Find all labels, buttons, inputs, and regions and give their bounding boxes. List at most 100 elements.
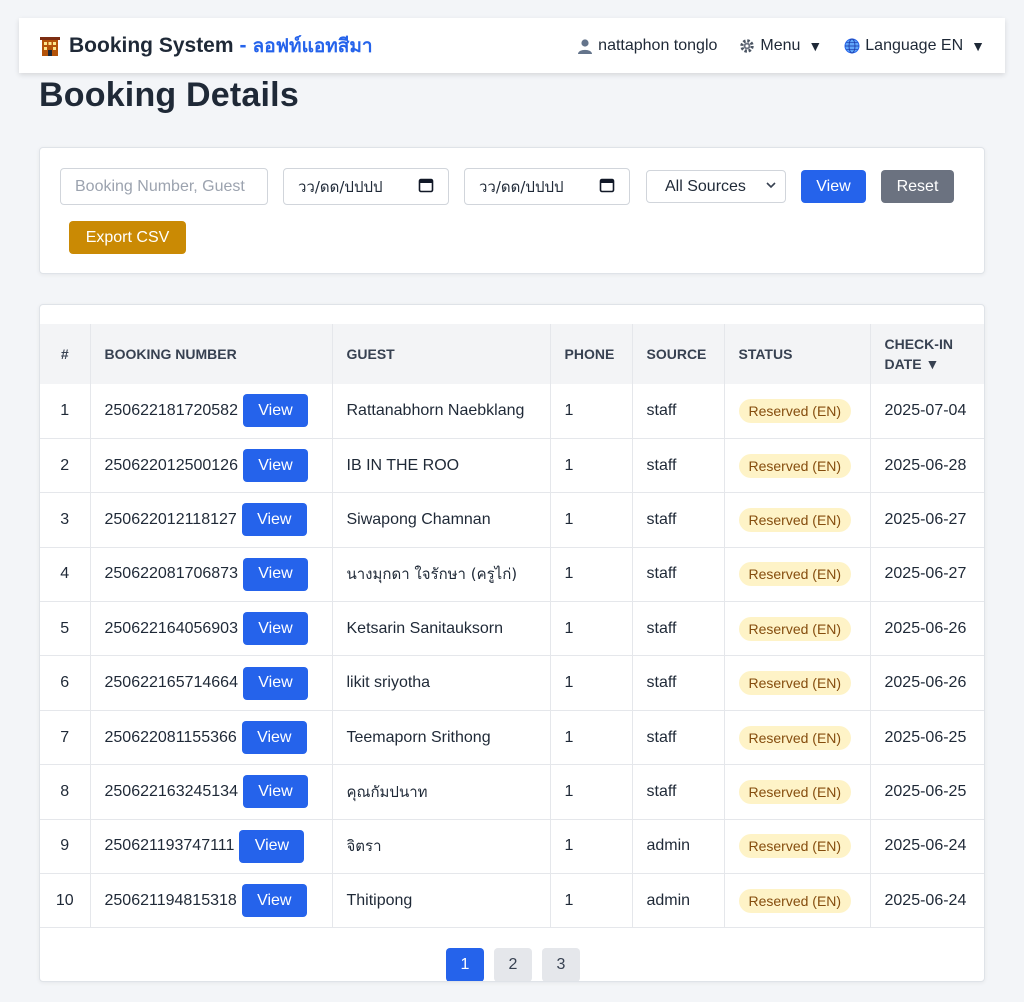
cell-phone: 1 — [550, 601, 633, 656]
cell-booking-number: 250622012118127 View — [90, 492, 333, 548]
cell-num: 10 — [40, 873, 91, 928]
globe-icon — [844, 38, 860, 54]
table-row: 5 250622164056903 View Ketsarin Sanitauksor… — [40, 601, 984, 656]
reset-button[interactable]: Reset — [881, 170, 954, 203]
header-checkin-date[interactable]: CHECK-IN DATE ▼ — [870, 324, 984, 384]
source-select[interactable]: All Sources — [646, 170, 786, 203]
cell-guest: Rattanabhorn Naebklang — [332, 384, 551, 439]
header-status[interactable]: STATUS — [724, 324, 871, 384]
cell-phone: 1 — [550, 492, 633, 548]
brand-subtitle: ลอฟท์แอทสีมา — [252, 34, 373, 57]
header-guest[interactable]: GUEST — [332, 324, 551, 384]
cell-status: Reserved (EN) — [724, 819, 871, 874]
status-badge: Reserved (EN) — [738, 398, 852, 423]
status-badge: Reserved (EN) — [738, 888, 852, 913]
booking-number-text: 250621193747111 — [104, 837, 235, 855]
row-view-button[interactable]: View — [241, 503, 307, 537]
main-menu-dropdown[interactable]: Menu ▼ — [739, 37, 822, 55]
page-button-2[interactable]: 2 — [494, 948, 532, 981]
table-row: 4 250622081706873 View นางมุกดา ใจรักษา (คร… — [40, 547, 984, 602]
row-view-button[interactable]: View — [242, 557, 308, 591]
cell-status: Reserved (EN) — [724, 547, 871, 602]
cell-phone: 1 — [550, 873, 633, 928]
header-phone[interactable]: PHONE — [550, 324, 633, 384]
table-row: 3 250622012118127 View Siwapong Chamnan 1 sta… — [40, 492, 984, 548]
bookings-table: # BOOKING NUMBER GUEST PHONE SOURCE STAT… — [40, 324, 984, 928]
cell-source: staff — [632, 601, 725, 656]
cell-checkin-date: 2025-06-25 — [884, 782, 967, 800]
cell-source: staff — [632, 655, 725, 711]
cell-guest: นางมุกดา ใจรักษา (ครูไก่) — [332, 547, 551, 602]
row-view-button[interactable]: View — [242, 775, 308, 809]
status-badge: Reserved (EN) — [738, 834, 852, 859]
header-checkin-line1: CHECK-IN — [884, 336, 953, 352]
cell-num: 5 — [40, 601, 91, 656]
pagination: 1 2 3 — [446, 948, 580, 981]
booking-number-text: 250622012500126 — [104, 456, 238, 474]
cell-num: 6 — [40, 655, 91, 711]
cell-num: 2 — [40, 438, 91, 493]
cell-source: admin — [632, 873, 725, 928]
cell-booking-number: 250622181720582 View — [90, 384, 333, 439]
header-booking-number[interactable]: BOOKING NUMBER — [90, 324, 333, 384]
cell-num: 7 — [40, 710, 91, 765]
status-badge: Reserved (EN) — [738, 725, 852, 750]
date-from-input[interactable]: วว/ดด/ปปปป — [283, 168, 449, 205]
page-title: Booking Details — [39, 76, 299, 114]
page-button-3[interactable]: 3 — [542, 948, 580, 981]
hotel-icon — [39, 36, 61, 56]
cell-status: Reserved (EN) — [724, 438, 871, 493]
header-source[interactable]: SOURCE — [632, 324, 725, 384]
cell-checkin-date: 2025-06-25 — [884, 728, 967, 746]
date-to-value: วว/ดด/ปปปป — [479, 177, 564, 196]
search-input[interactable]: Booking Number, Guest — [60, 168, 268, 205]
row-view-button[interactable]: View — [241, 884, 307, 918]
brand[interactable]: Booking System - ลอฟท์แอทสีมา — [39, 31, 373, 61]
page-button-1[interactable]: 1 — [446, 948, 484, 981]
cell-source: staff — [632, 710, 725, 765]
row-view-button[interactable]: View — [242, 612, 308, 646]
cell-guest: คุณกัมปนาท — [332, 764, 551, 820]
status-badge: Reserved (EN) — [738, 779, 852, 804]
cell-status: Reserved (EN) — [724, 655, 871, 711]
view-button[interactable]: View — [801, 170, 866, 203]
menu-label: Menu — [760, 36, 801, 54]
chevron-down-icon — [765, 178, 777, 196]
booking-number-text: 250622164056903 — [104, 619, 238, 637]
cell-status: Reserved (EN) — [724, 601, 871, 656]
row-view-button[interactable]: View — [241, 721, 307, 755]
language-dropdown[interactable]: Language EN ▼ — [844, 37, 985, 55]
header-num: # — [40, 324, 91, 384]
cell-phone: 1 — [550, 819, 633, 874]
user-icon — [577, 38, 593, 54]
table-row: 2 250622012500126 View IB IN THE ROO 1 staff R… — [40, 438, 984, 493]
row-view-button[interactable]: View — [239, 829, 305, 863]
header-checkin-line2: DATE ▼ — [884, 356, 940, 372]
booking-number-text: 250622163245134 — [104, 782, 238, 800]
export-csv-button[interactable]: Export CSV — [69, 221, 186, 254]
cell-booking-number: 250622081706873 View — [90, 547, 333, 602]
cell-booking-number: 250622012500126 View — [90, 438, 333, 493]
cell-num: 1 — [40, 384, 91, 439]
status-badge: Reserved (EN) — [738, 453, 852, 478]
cell-checkin-date: 2025-06-26 — [884, 674, 967, 692]
row-view-button[interactable]: View — [242, 449, 308, 483]
table-row: 6 250622165714664 View likit sriyotha 1 staff… — [40, 655, 984, 711]
row-view-button[interactable]: View — [242, 394, 308, 428]
gear-icon — [739, 38, 755, 54]
status-badge: Reserved (EN) — [738, 616, 852, 641]
table-row: 10 250621194815318 View Thitipong 1 admin Rese… — [40, 873, 984, 928]
user-menu[interactable]: nattaphon tonglo — [577, 37, 717, 55]
date-from-value: วว/ดด/ปปปป — [298, 177, 383, 196]
row-view-button[interactable]: View — [242, 666, 308, 700]
booking-number-text: 250622165714664 — [104, 674, 238, 692]
source-selected-value: All Sources — [665, 177, 746, 195]
cell-source: staff — [632, 492, 725, 548]
chevron-down-icon: ▼ — [971, 37, 985, 54]
calendar-icon[interactable] — [599, 177, 615, 197]
calendar-icon[interactable] — [418, 177, 434, 197]
date-to-input[interactable]: วว/ดด/ปปปป — [464, 168, 630, 205]
brand-title: Booking System — [69, 33, 234, 57]
cell-num: 4 — [40, 547, 91, 602]
cell-source: staff — [632, 547, 725, 602]
